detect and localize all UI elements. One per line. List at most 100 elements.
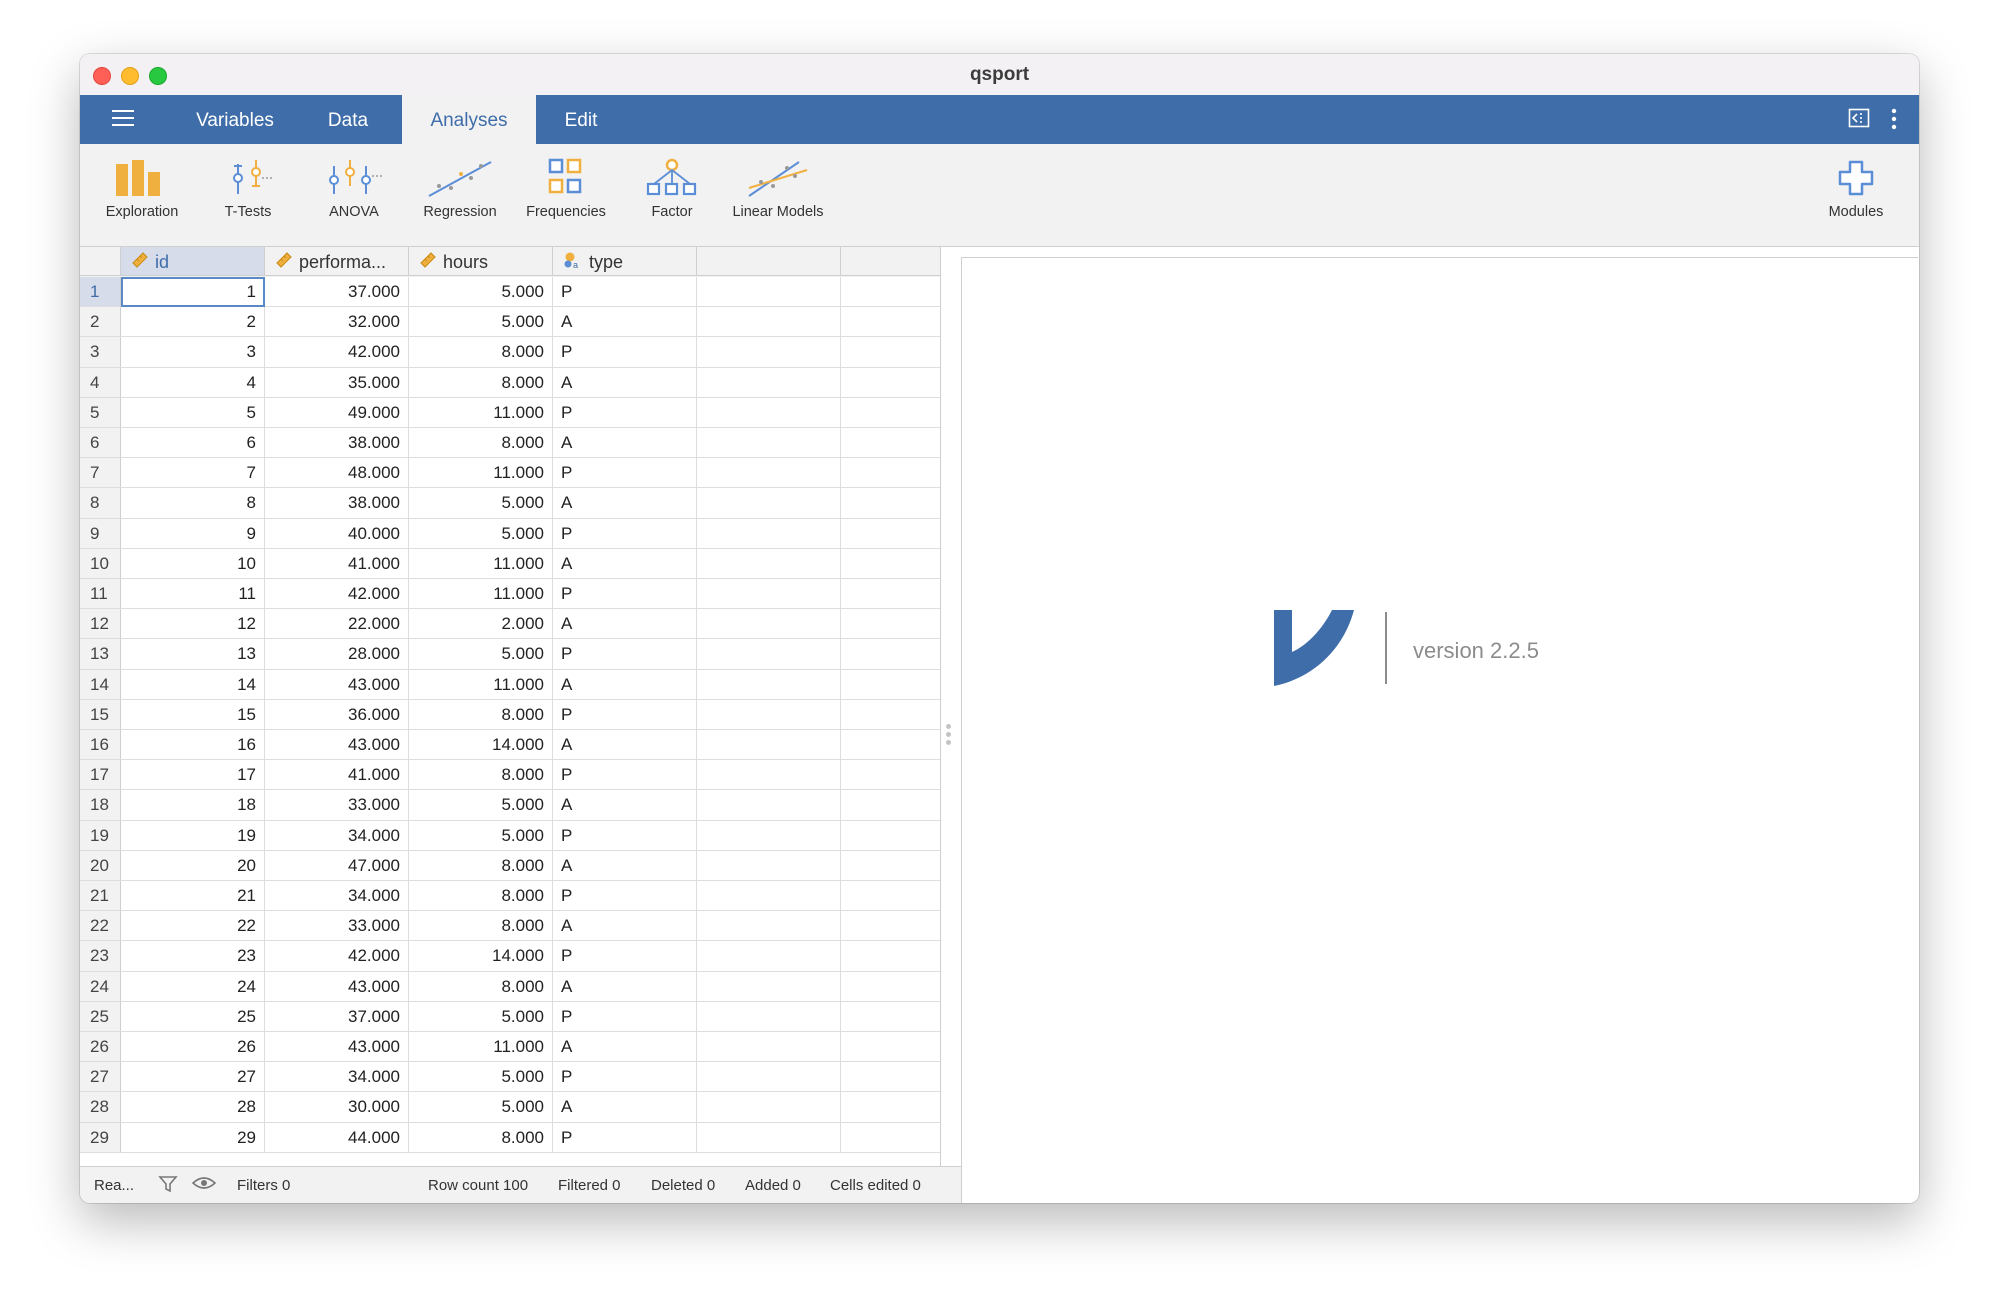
cell-id[interactable]: 14 xyxy=(121,669,265,700)
cell-empty[interactable] xyxy=(841,398,940,428)
row-number[interactable]: 28 xyxy=(80,1092,121,1123)
row-number[interactable]: 20 xyxy=(80,850,121,881)
cell-empty[interactable] xyxy=(697,277,841,308)
cell-empty[interactable] xyxy=(841,1092,940,1123)
cell-empty[interactable] xyxy=(841,549,940,579)
cell-performance[interactable]: 30.000 xyxy=(265,1092,409,1123)
cell-type[interactable]: A xyxy=(553,1092,697,1123)
cell-empty[interactable] xyxy=(697,971,841,1002)
cell-hours[interactable]: 5.000 xyxy=(409,639,553,670)
row-number[interactable]: 19 xyxy=(80,820,121,851)
cell-empty[interactable] xyxy=(697,911,841,942)
column-header-id[interactable]: id xyxy=(121,247,265,276)
cell-performance[interactable]: 43.000 xyxy=(265,669,409,700)
cell-hours[interactable]: 8.000 xyxy=(409,699,553,730)
cell-hours[interactable]: 11.000 xyxy=(409,579,553,610)
cell-id[interactable]: 26 xyxy=(121,1032,265,1063)
cell-hours[interactable]: 11.000 xyxy=(409,397,553,428)
more-options-icon[interactable] xyxy=(1890,108,1898,135)
cell-id[interactable]: 3 xyxy=(121,337,265,368)
cell-hours[interactable]: 8.000 xyxy=(409,760,553,791)
cell-empty[interactable] xyxy=(841,700,940,730)
cell-id[interactable]: 23 xyxy=(121,941,265,972)
cell-id[interactable]: 8 xyxy=(121,488,265,519)
cell-type[interactable]: A xyxy=(553,428,697,459)
cell-empty[interactable] xyxy=(841,1032,940,1063)
cell-empty[interactable] xyxy=(697,307,841,338)
tab-edit[interactable]: Edit xyxy=(536,95,626,144)
tab-analyses[interactable]: Analyses xyxy=(402,95,536,144)
cell-type[interactable]: P xyxy=(553,1062,697,1093)
cell-empty[interactable] xyxy=(697,548,841,579)
cell-performance[interactable]: 42.000 xyxy=(265,941,409,972)
cell-empty[interactable] xyxy=(697,941,841,972)
cell-type[interactable]: A xyxy=(553,790,697,821)
cell-performance[interactable]: 36.000 xyxy=(265,699,409,730)
row-number[interactable]: 9 xyxy=(80,518,121,549)
cell-hours[interactable]: 11.000 xyxy=(409,458,553,489)
cell-hours[interactable]: 8.000 xyxy=(409,367,553,398)
cell-hours[interactable]: 8.000 xyxy=(409,911,553,942)
cell-empty[interactable] xyxy=(841,277,940,308)
cell-empty[interactable] xyxy=(697,760,841,791)
cell-empty[interactable] xyxy=(697,579,841,610)
cell-performance[interactable]: 47.000 xyxy=(265,850,409,881)
cell-type[interactable]: P xyxy=(553,1001,697,1032)
cell-id[interactable]: 22 xyxy=(121,911,265,942)
cell-type[interactable]: A xyxy=(553,669,697,700)
cell-performance[interactable]: 38.000 xyxy=(265,428,409,459)
row-number[interactable]: 13 xyxy=(80,639,121,670)
cell-type[interactable]: A xyxy=(553,1032,697,1063)
row-number[interactable]: 22 xyxy=(80,911,121,942)
cell-type[interactable]: P xyxy=(553,277,697,308)
cell-empty[interactable] xyxy=(841,1062,940,1093)
cell-empty[interactable] xyxy=(841,609,940,640)
cell-type[interactable]: A xyxy=(553,850,697,881)
filter-icon[interactable] xyxy=(158,1174,178,1198)
cell-empty[interactable] xyxy=(697,518,841,549)
cell-id[interactable]: 21 xyxy=(121,881,265,912)
cell-performance[interactable]: 33.000 xyxy=(265,911,409,942)
cell-type[interactable]: P xyxy=(553,518,697,549)
cell-empty[interactable] xyxy=(697,639,841,670)
cell-type[interactable]: A xyxy=(553,488,697,519)
cell-empty[interactable] xyxy=(697,428,841,459)
cell-performance[interactable]: 34.000 xyxy=(265,1062,409,1093)
cell-id[interactable]: 13 xyxy=(121,639,265,670)
row-number[interactable]: 15 xyxy=(80,699,121,730)
t-tests-button[interactable]: T-Tests xyxy=(196,158,300,220)
cell-id[interactable]: 4 xyxy=(121,367,265,398)
modules-button[interactable]: Modules xyxy=(1804,158,1908,220)
cell-hours[interactable]: 8.000 xyxy=(409,337,553,368)
cell-type[interactable]: P xyxy=(553,579,697,610)
cell-empty[interactable] xyxy=(697,850,841,881)
cell-empty[interactable] xyxy=(841,458,940,489)
cell-empty[interactable] xyxy=(841,1002,940,1032)
tab-variables[interactable]: Variables xyxy=(170,95,300,144)
results-mode-icon[interactable] xyxy=(1848,107,1870,134)
cell-performance[interactable]: 40.000 xyxy=(265,518,409,549)
cell-empty[interactable] xyxy=(841,639,940,670)
cell-empty[interactable] xyxy=(697,881,841,912)
cell-performance[interactable]: 42.000 xyxy=(265,579,409,610)
eye-icon[interactable] xyxy=(191,1175,217,1195)
row-number[interactable]: 7 xyxy=(80,458,121,489)
cell-performance[interactable]: 43.000 xyxy=(265,971,409,1002)
row-number[interactable]: 2 xyxy=(80,307,121,338)
cell-type[interactable]: A xyxy=(553,609,697,640)
cell-empty[interactable] xyxy=(841,428,940,459)
cell-id[interactable]: 5 xyxy=(121,397,265,428)
cell-empty[interactable] xyxy=(841,307,940,338)
cell-performance[interactable]: 37.000 xyxy=(265,1001,409,1032)
cell-performance[interactable]: 32.000 xyxy=(265,307,409,338)
cell-type[interactable]: P xyxy=(553,881,697,912)
cell-performance[interactable]: 42.000 xyxy=(265,337,409,368)
cell-id[interactable]: 27 xyxy=(121,1062,265,1093)
cell-id[interactable]: 18 xyxy=(121,790,265,821)
cell-type[interactable]: P xyxy=(553,1122,697,1153)
cell-hours[interactable]: 11.000 xyxy=(409,1032,553,1063)
cell-id[interactable]: 24 xyxy=(121,971,265,1002)
cell-performance[interactable]: 34.000 xyxy=(265,820,409,851)
cell-id[interactable]: 25 xyxy=(121,1001,265,1032)
row-number[interactable]: 29 xyxy=(80,1122,121,1153)
